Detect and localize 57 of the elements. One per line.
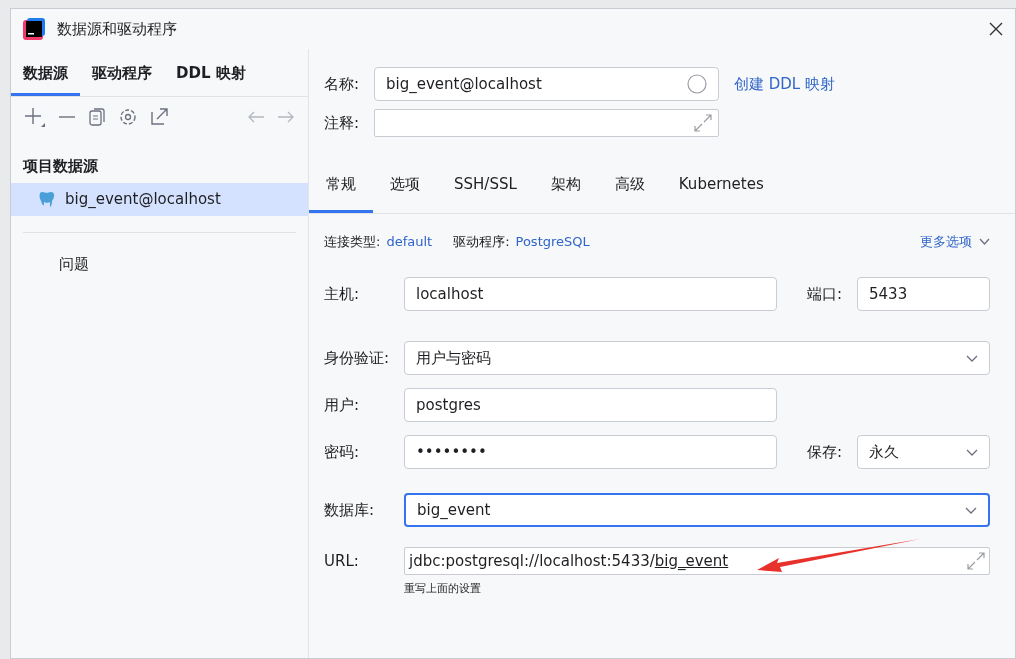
tab[interactable]: 高级 xyxy=(597,163,662,213)
remove-icon[interactable] xyxy=(59,115,75,118)
open-external-icon[interactable] xyxy=(151,108,168,125)
datasource-item[interactable]: big_event@localhost xyxy=(11,183,308,216)
input-field[interactable]: postgres xyxy=(404,388,777,422)
close-icon[interactable] xyxy=(989,22,1003,36)
input-field[interactable]: 5433 xyxy=(857,277,990,311)
field-label: URL: xyxy=(324,550,360,572)
datasource-name: big_event@localhost xyxy=(65,189,221,210)
field-label: 主机: xyxy=(324,283,361,305)
tab[interactable]: Kubernetes xyxy=(661,163,781,213)
field-label: 驱动程序: xyxy=(453,232,510,251)
tab[interactable]: 驱动程序 xyxy=(80,49,164,96)
dropdown-field[interactable]: 永久 xyxy=(857,435,990,469)
tab[interactable]: 选项 xyxy=(373,163,437,213)
create-ddl-link[interactable]: 创建 DDL 映射 xyxy=(734,72,835,96)
field-label: 端口: xyxy=(807,283,844,305)
circle-icon[interactable] xyxy=(687,74,707,94)
tab[interactable]: 常规 xyxy=(309,163,373,213)
forward-arrow-icon[interactable] xyxy=(278,110,294,123)
window-title: 数据源和驱动程序 xyxy=(57,18,177,40)
settings-icon[interactable] xyxy=(119,107,137,126)
field-label: 连接类型: xyxy=(324,232,381,251)
tab[interactable]: 架构 xyxy=(533,163,598,213)
chevron-icon xyxy=(965,506,977,514)
expand-icon[interactable] xyxy=(967,552,985,570)
chevron-icon xyxy=(979,237,990,245)
field-label: 保存: xyxy=(807,441,844,463)
expand-icon[interactable] xyxy=(694,114,712,132)
input-field[interactable]: •••••••• xyxy=(404,435,777,469)
field-label: 名称: xyxy=(324,73,361,95)
dropdown-field[interactable]: big_event xyxy=(404,493,990,527)
add-icon[interactable] xyxy=(25,106,45,127)
back-arrow-icon[interactable] xyxy=(248,110,264,123)
app-logo-icon xyxy=(23,18,45,40)
input-field[interactable]: localhost xyxy=(404,277,777,311)
field-label: 身份验证: xyxy=(324,347,391,369)
hint-text: 重写上面的设置 xyxy=(404,581,482,597)
tab[interactable]: SSH/SSL xyxy=(437,163,534,213)
name-field[interactable]: big_event@localhost xyxy=(374,67,719,101)
copy-icon[interactable] xyxy=(89,107,105,126)
problems-item[interactable]: 问题 xyxy=(11,252,308,275)
field-label: 数据库: xyxy=(324,499,376,521)
url-field[interactable]: jdbc:postgresql://localhost:5433/big_event xyxy=(404,547,990,575)
comment-field[interactable] xyxy=(374,109,719,137)
tab[interactable]: 数据源 xyxy=(11,49,80,96)
driver-link[interactable]: PostgreSQL xyxy=(515,231,590,251)
chevron-icon xyxy=(966,448,978,456)
dropdown-field[interactable]: 用户与密码 xyxy=(404,341,990,375)
tab[interactable]: DDL 映射 xyxy=(164,49,258,96)
field-label: 密码: xyxy=(324,441,361,463)
connection-type-link[interactable]: default xyxy=(386,231,433,251)
more-options-link[interactable]: 更多选项 xyxy=(919,231,990,251)
field-label: 用户: xyxy=(324,394,361,416)
field-label: 注释: xyxy=(324,112,361,134)
section-title: 项目数据源 xyxy=(22,155,99,177)
chevron-icon xyxy=(966,354,978,362)
